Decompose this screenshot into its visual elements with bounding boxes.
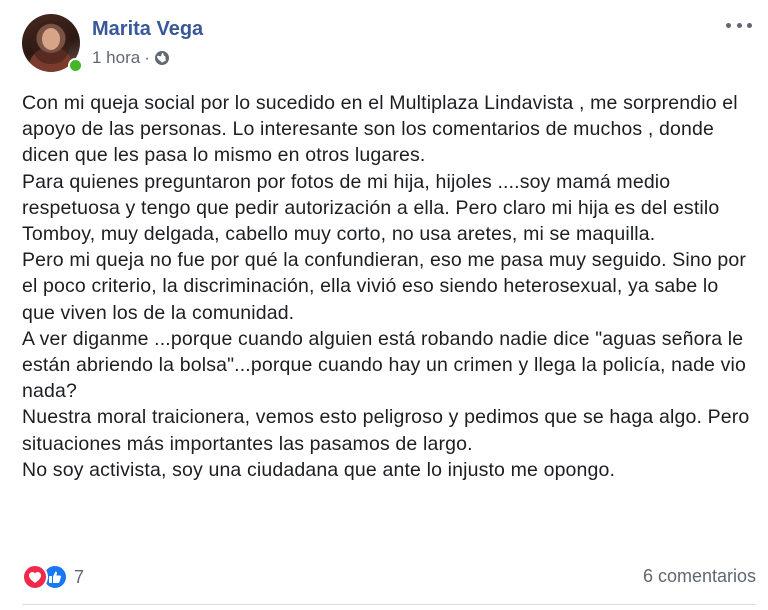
avatar-face: [42, 28, 60, 50]
post-paragraph: Pero mi queja no fue por qué la confundi…: [22, 249, 747, 324]
author-name[interactable]: Marita Vega: [92, 18, 203, 41]
love-icon: [22, 564, 48, 590]
post-paragraph: A ver diganme ...porque cuando alguien e…: [22, 327, 746, 403]
reaction-count: 7: [74, 566, 85, 587]
post-paragraph: Con mi queja social por lo sucedido en e…: [22, 92, 738, 167]
online-status-icon: [68, 58, 83, 73]
post-body: Con mi queja social por lo sucedido en e…: [22, 90, 752, 483]
post-header: Marita Vega 1 hora ·: [22, 14, 752, 76]
post-paragraph: Para quienes preguntaron por fotos de mi…: [22, 170, 720, 246]
footer-divider: [22, 604, 756, 605]
post-footer: 7 6 comentarios: [22, 563, 756, 593]
comments-count-link[interactable]: 6 comentarios: [643, 566, 756, 587]
facebook-post: Marita Vega 1 hora · Con mi queja social…: [0, 0, 768, 610]
meta-separator: ·: [144, 48, 150, 67]
post-timestamp[interactable]: 1 hora: [92, 48, 140, 68]
reactions-summary[interactable]: 7: [22, 563, 84, 591]
post-paragraph: Nuestra moral traicionera, vemos esto pe…: [22, 406, 750, 455]
more-options-icon[interactable]: [726, 18, 752, 32]
post-paragraph: No soy activista, soy una ciudadana que …: [22, 458, 616, 481]
globe-icon: [154, 50, 170, 66]
post-meta: 1 hora ·: [92, 48, 170, 68]
